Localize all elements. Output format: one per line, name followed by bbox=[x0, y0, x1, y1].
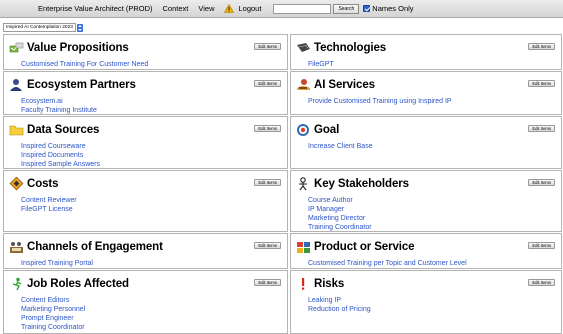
list-item[interactable]: Content Reviewer bbox=[21, 196, 77, 205]
edit-items-button[interactable]: Edit Items bbox=[528, 242, 555, 249]
edit-items-button[interactable]: Edit Items bbox=[528, 125, 555, 132]
panel-data-sources: Data Sources Edit Items Inspired Coursew… bbox=[3, 116, 288, 169]
names-only-toggle[interactable]: Names Only bbox=[363, 4, 414, 13]
canvas-select-value[interactable]: Inspired AI Contemplation 2023 bbox=[3, 23, 76, 32]
warning-icon[interactable] bbox=[224, 4, 235, 13]
edit-items-button[interactable]: Edit Items bbox=[528, 80, 555, 87]
panel-ai-services: AI Services Edit Items Provide Customise… bbox=[290, 71, 562, 115]
panel-ecosystem-partners: Ecosystem Partners Edit Items Ecosystem.… bbox=[3, 71, 288, 115]
names-only-label: Names Only bbox=[372, 4, 414, 13]
list-item[interactable]: Inspired Documents bbox=[21, 151, 100, 160]
value-propositions-icon bbox=[9, 42, 24, 53]
panel-product-or-service: Product or Service Edit Items Customised… bbox=[290, 233, 562, 269]
list-item[interactable]: Inspired Courseware bbox=[21, 142, 100, 151]
panel-title: Channels of Engagement bbox=[27, 241, 163, 253]
key-stakeholders-icon bbox=[299, 177, 307, 191]
edit-items-button[interactable]: Edit Items bbox=[254, 279, 281, 286]
list-item[interactable]: Marketing Director bbox=[308, 214, 372, 223]
menu-bar: Enterprise Value Architect (PROD) Contex… bbox=[0, 0, 563, 18]
technologies-icon bbox=[297, 43, 310, 52]
costs-icon bbox=[9, 177, 24, 191]
panel-title: Costs bbox=[27, 178, 59, 190]
panel-risks: Risks Edit Items Leaking IP Reduction of… bbox=[290, 270, 562, 334]
list-item[interactable]: Prompt Engineer bbox=[21, 314, 85, 323]
view-menu[interactable]: View bbox=[198, 4, 214, 13]
list-item[interactable]: Training Coordinator bbox=[21, 323, 85, 332]
app-title-menu[interactable]: Enterprise Value Architect (PROD) bbox=[38, 4, 153, 13]
list-item[interactable]: Increase Client Base bbox=[308, 142, 373, 151]
list-item[interactable]: Faculty Training Institute bbox=[21, 106, 97, 115]
list-item[interactable]: Reduction of Pricing bbox=[308, 305, 371, 314]
panel-title: Goal bbox=[314, 124, 340, 136]
names-only-checkbox[interactable] bbox=[363, 5, 371, 12]
panel-costs: Costs Edit Items Content Reviewer FileGP… bbox=[3, 170, 288, 232]
goal-icon bbox=[297, 124, 309, 136]
panel-title: Data Sources bbox=[27, 124, 100, 136]
list-item[interactable]: IP Manager bbox=[308, 205, 372, 214]
list-item[interactable]: Provide Customised Training using Inspir… bbox=[308, 97, 452, 106]
search-button[interactable]: Search bbox=[333, 3, 360, 14]
panel-title: Job Roles Affected bbox=[27, 278, 129, 290]
list-item[interactable]: Inspired Training Portal bbox=[21, 259, 93, 268]
list-item[interactable]: Marketing Personnel bbox=[21, 305, 85, 314]
list-item[interactable]: FileGPT bbox=[308, 60, 334, 69]
panel-goal: Goal Edit Items Increase Client Base bbox=[290, 116, 562, 169]
edit-items-button[interactable]: Edit Items bbox=[528, 179, 555, 186]
list-item[interactable]: Customised Training per Topic and Custom… bbox=[308, 259, 467, 268]
list-item[interactable]: Course Author bbox=[308, 196, 372, 205]
edit-items-button[interactable]: Edit Items bbox=[254, 125, 281, 132]
panel-key-stakeholders: Key Stakeholders Edit Items Course Autho… bbox=[290, 170, 562, 232]
panel-title: Value Propositions bbox=[27, 42, 129, 54]
edit-items-button[interactable]: Edit Items bbox=[254, 43, 281, 50]
list-item[interactable]: Customised Training For Customer Need bbox=[21, 60, 148, 69]
ecosystem-partners-icon bbox=[10, 79, 22, 91]
product-or-service-icon bbox=[297, 242, 310, 253]
panel-job-roles-affected: Job Roles Affected Edit Items Content Ed… bbox=[3, 270, 288, 334]
panel-title: Ecosystem Partners bbox=[27, 79, 136, 91]
job-roles-affected-icon bbox=[12, 277, 22, 291]
panel-title: Technologies bbox=[314, 42, 387, 54]
edit-items-button[interactable]: Edit Items bbox=[254, 242, 281, 249]
list-item[interactable]: Training Coordinator bbox=[308, 223, 372, 232]
panel-value-propositions: Value Propositions Edit Items Customised… bbox=[3, 34, 288, 70]
list-item[interactable]: FileGPT License bbox=[21, 205, 77, 214]
data-sources-icon bbox=[9, 125, 24, 136]
edit-items-button[interactable]: Edit Items bbox=[254, 179, 281, 186]
search-input[interactable] bbox=[273, 3, 332, 14]
panel-title: Risks bbox=[314, 278, 345, 290]
edit-items-button[interactable]: Edit Items bbox=[528, 279, 555, 286]
panel-title: Key Stakeholders bbox=[314, 178, 409, 190]
panel-channels-of-engagement: Channels of Engagement Edit Items Inspir… bbox=[3, 233, 288, 269]
list-item[interactable]: Content Editors bbox=[21, 296, 85, 305]
list-item[interactable]: Ecosystem.ai bbox=[21, 97, 97, 106]
channels-of-engagement-icon bbox=[10, 242, 23, 253]
edit-items-button[interactable]: Edit Items bbox=[254, 80, 281, 87]
list-item[interactable]: Inspired Sample Answers bbox=[21, 160, 100, 169]
select-arrows-icon[interactable] bbox=[76, 23, 83, 32]
panel-title: Product or Service bbox=[314, 241, 415, 253]
ai-services-icon bbox=[297, 79, 310, 90]
panel-title: AI Services bbox=[314, 79, 375, 91]
canvas-selector[interactable]: Inspired AI Contemplation 2023 bbox=[3, 23, 83, 32]
panel-technologies: Technologies Edit Items FileGPT bbox=[290, 34, 562, 70]
risks-icon bbox=[302, 278, 305, 290]
edit-items-button[interactable]: Edit Items bbox=[528, 43, 555, 50]
logout-link[interactable]: Logout bbox=[238, 4, 261, 13]
list-item[interactable]: Leaking IP bbox=[308, 296, 371, 305]
context-menu[interactable]: Context bbox=[163, 4, 189, 13]
